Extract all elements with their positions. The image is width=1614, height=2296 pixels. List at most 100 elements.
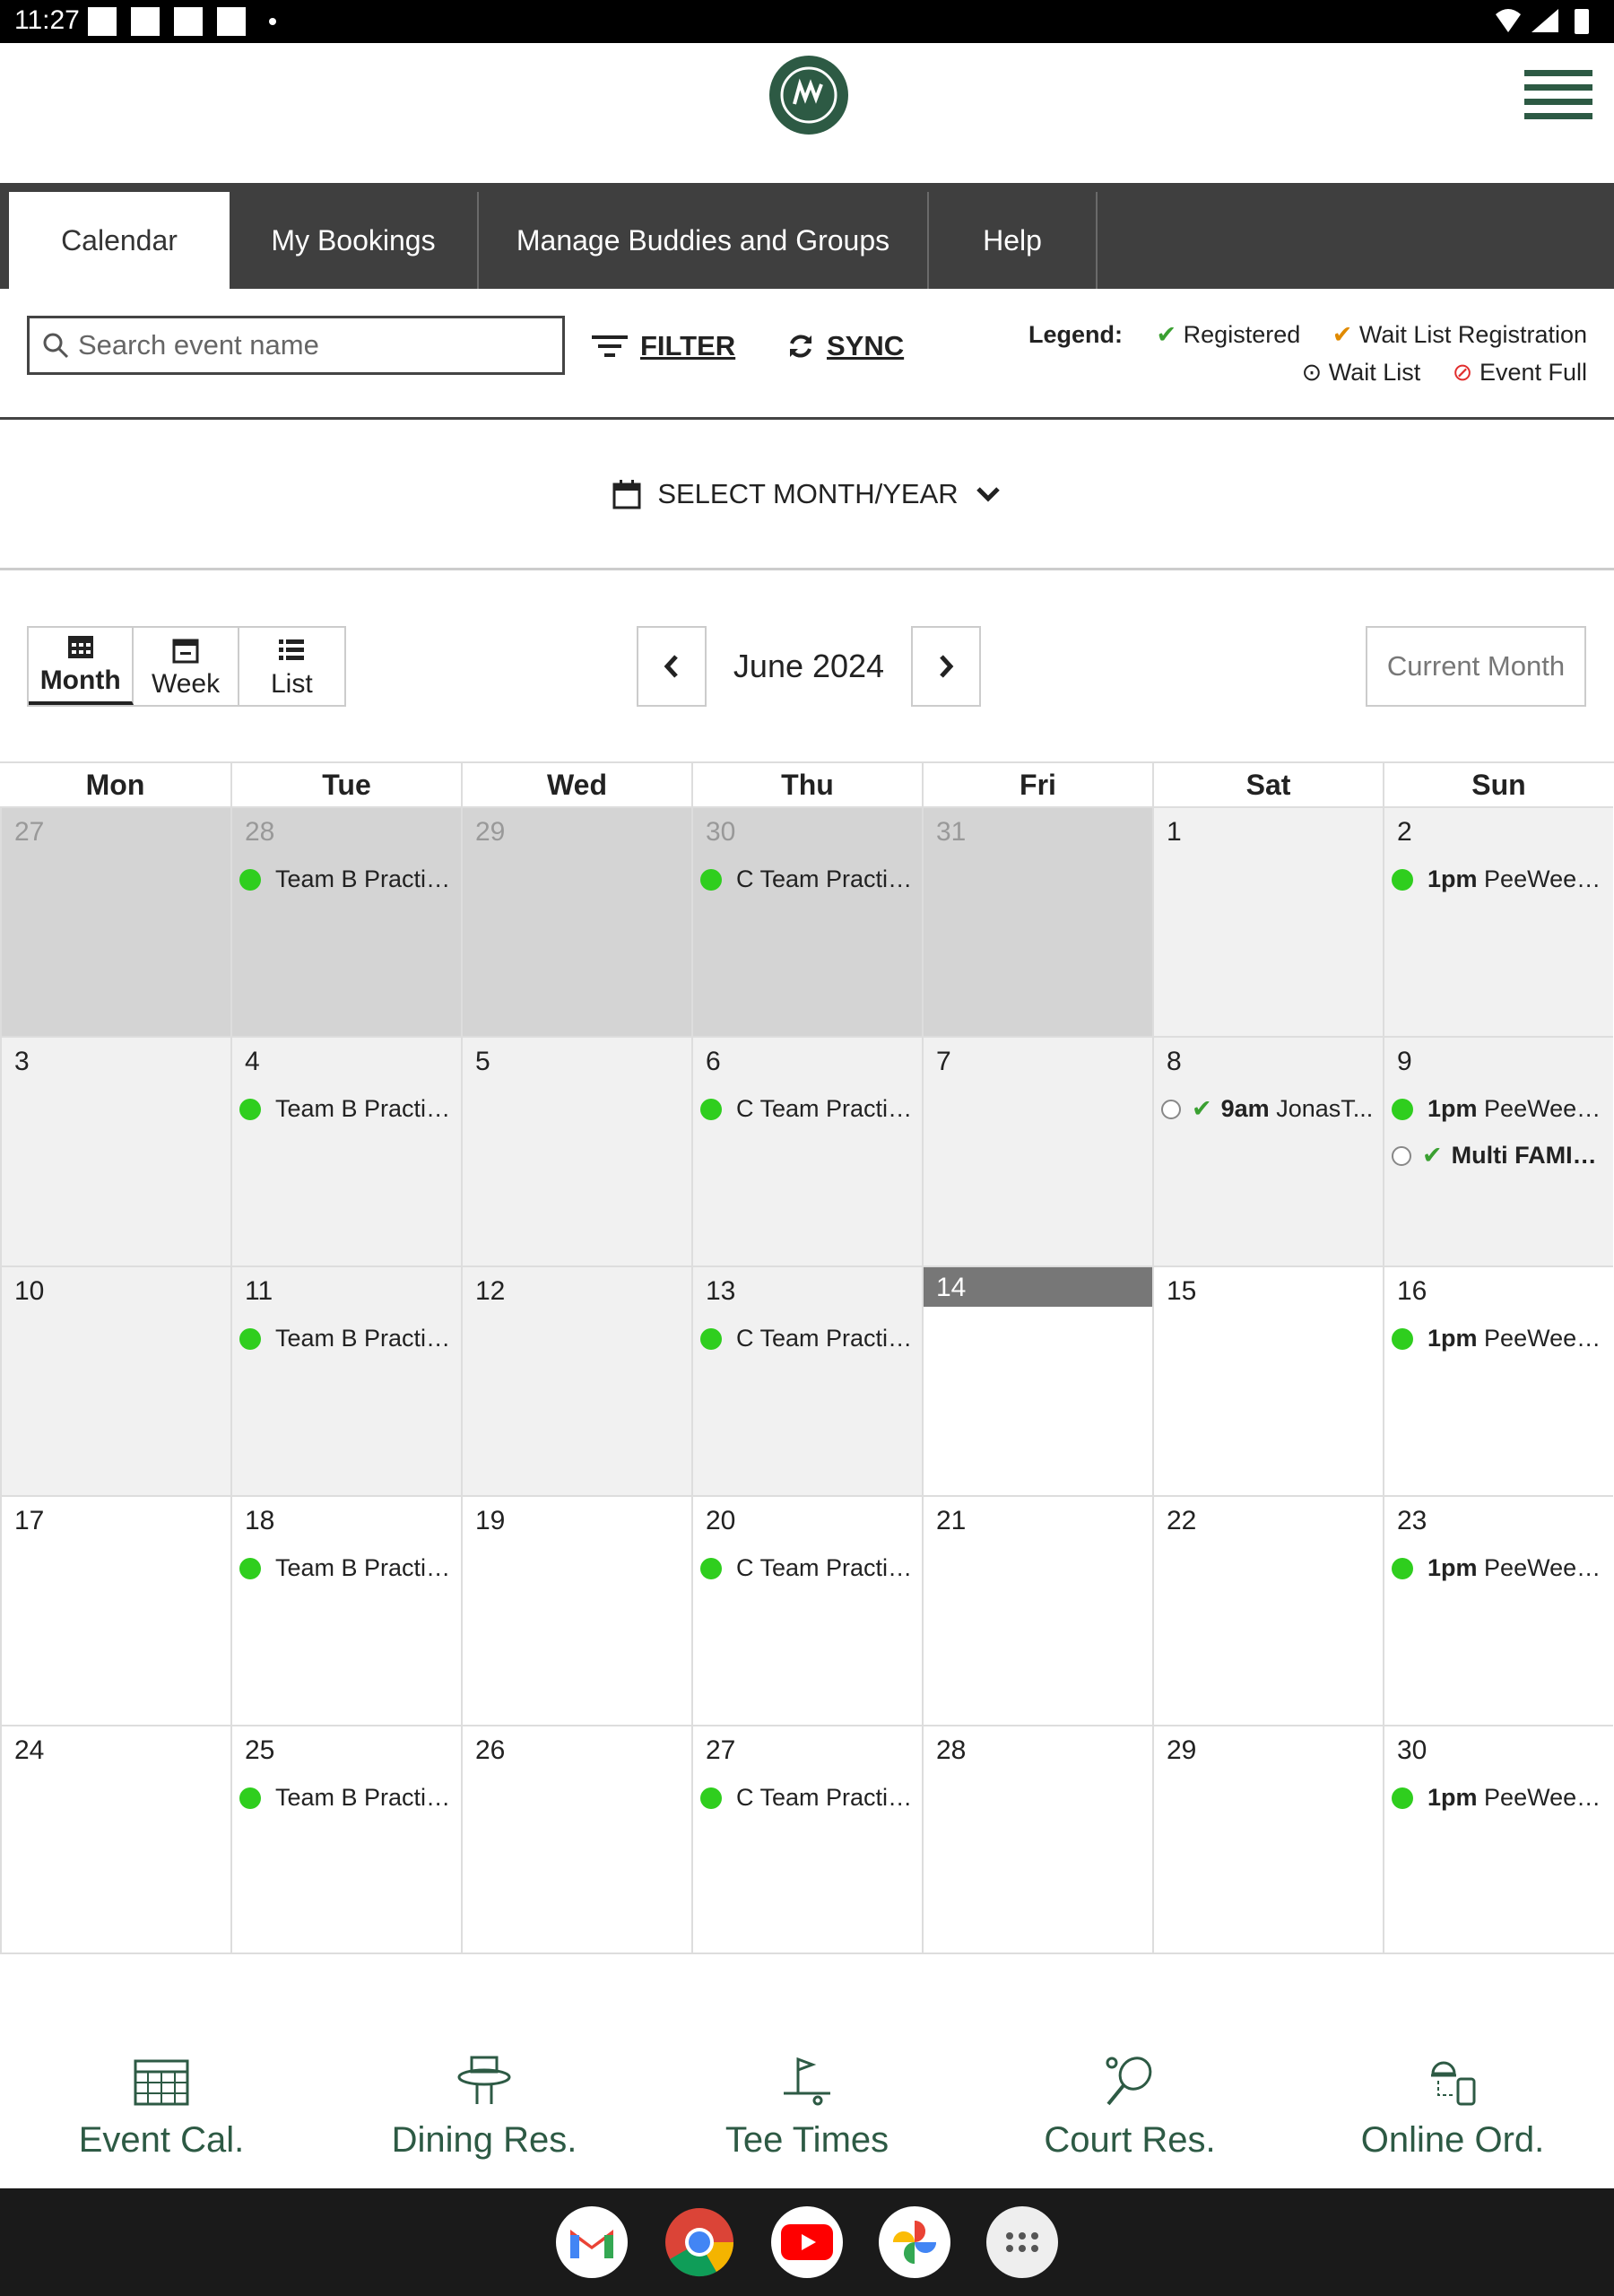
calendar-event[interactable]: Team B Practic... — [239, 1095, 454, 1123]
day-cell[interactable]: 28 — [922, 1725, 1152, 1952]
tab-my-bookings[interactable]: My Bookings — [230, 192, 479, 289]
calendar-event[interactable]: 1pm PeeWee Cl... — [1392, 1784, 1606, 1812]
day-cell[interactable]: 13 C Team Practic... — [691, 1265, 922, 1495]
day-number: 12 — [475, 1276, 506, 1306]
day-cell[interactable]: 12 — [461, 1265, 691, 1495]
next-month-button[interactable] — [911, 626, 981, 707]
current-month-button[interactable]: Current Month — [1366, 626, 1586, 707]
list-view-button[interactable]: List — [239, 628, 344, 705]
calendar-event[interactable]: C Team Practic... — [700, 1095, 915, 1123]
tab-manage-buddies[interactable]: Manage Buddies and Groups — [479, 192, 929, 289]
calendar-event[interactable]: Team B Practic... — [239, 1784, 454, 1812]
sync-button[interactable]: SYNC — [787, 330, 904, 362]
day-cell[interactable]: 5 — [461, 1036, 691, 1265]
calendar-event[interactable]: C Team Practic... — [700, 1325, 915, 1352]
day-cell[interactable]: 7 — [922, 1036, 1152, 1265]
nav-court-reservations[interactable]: Court Res. — [968, 2054, 1291, 2188]
previous-month-button[interactable] — [637, 626, 707, 707]
day-cell[interactable]: 24 — [0, 1725, 230, 1952]
day-cell[interactable]: 30 C Team Practic... — [691, 806, 922, 1036]
day-cell[interactable]: 11 Team B Practic... — [230, 1265, 461, 1495]
day-cell[interactable]: 10 — [0, 1265, 230, 1495]
chrome-app-icon[interactable] — [664, 2206, 735, 2278]
filter-button[interactable]: FILTER — [592, 330, 735, 362]
day-cell[interactable]: 21 — [922, 1495, 1152, 1725]
calendar-event[interactable]: Team B Practic... — [239, 865, 454, 893]
event-title: Team B Practic... — [275, 1095, 454, 1122]
gmail-app-icon[interactable] — [556, 2206, 628, 2278]
weekday-mon: Mon — [85, 769, 145, 801]
day-cell[interactable]: 19 — [461, 1495, 691, 1725]
month-view-button[interactable]: Month — [29, 628, 134, 705]
status-time: 11:27 — [14, 5, 80, 35]
day-cell[interactable]: 3 — [0, 1036, 230, 1265]
day-cell[interactable]: 28 Team B Practic... — [230, 806, 461, 1036]
calendar-event[interactable]: Team B Practic... — [239, 1325, 454, 1352]
day-cell[interactable]: 9 1pm PeeWee Cl... ✔ Multi FAMIL... — [1383, 1036, 1613, 1265]
select-month-year-button[interactable]: SELECT MONTH/YEAR — [0, 420, 1614, 570]
day-cell[interactable]: 6 C Team Practic... — [691, 1036, 922, 1265]
golf-flag-icon — [784, 2057, 830, 2106]
day-number: 29 — [1167, 1735, 1197, 1765]
search-toolbar: Search event name FILTER SYNC Legend: ✔ … — [0, 289, 1614, 420]
nav-tee-times-label: Tee Times — [725, 2120, 889, 2160]
app-drawer-icon[interactable] — [986, 2206, 1058, 2278]
club-logo[interactable] — [768, 54, 850, 136]
event-title: C Team Practic... — [736, 865, 915, 892]
day-cell[interactable]: 4 Team B Practic... — [230, 1036, 461, 1265]
menu-icon[interactable] — [1524, 70, 1592, 124]
day-cell[interactable]: 20 C Team Practic... — [691, 1495, 922, 1725]
day-cell[interactable]: 29 — [1152, 1725, 1383, 1952]
day-cell[interactable]: 30 1pm PeeWee Cl... — [1383, 1725, 1613, 1952]
system-status-icons — [1496, 9, 1589, 34]
notification-icon — [174, 7, 203, 36]
calendar-event[interactable]: 1pm PeeWee Cl... — [1392, 865, 1606, 893]
week-calendar-icon — [172, 639, 199, 664]
calendar-event[interactable]: 1pm PeeWee Cl... — [1392, 1325, 1606, 1352]
calendar-event[interactable]: C Team Practic... — [700, 1784, 915, 1812]
calendar-event[interactable]: 1pm PeeWee Cl... — [1392, 1554, 1606, 1582]
photos-app-icon[interactable] — [879, 2206, 950, 2278]
day-cell[interactable]: 1 — [1152, 806, 1383, 1036]
day-cell[interactable]: 31 — [922, 806, 1152, 1036]
event-status-dot — [239, 1557, 261, 1579]
nav-tee-times[interactable]: Tee Times — [646, 2054, 968, 2188]
day-cell[interactable]: 26 — [461, 1725, 691, 1952]
day-cell[interactable]: 16 1pm PeeWee Cl... — [1383, 1265, 1613, 1495]
event-title: PeeWee Cl... — [1484, 1325, 1606, 1352]
tab-help[interactable]: Help — [929, 192, 1098, 289]
calendar-event[interactable]: ✔ Multi FAMIL... — [1392, 1142, 1606, 1170]
event-title: Team B Practic... — [275, 1784, 454, 1811]
search-input[interactable]: Search event name — [27, 316, 565, 375]
day-cell[interactable]: 8 ✔ 9am JonasT... — [1152, 1036, 1383, 1265]
calendar-event[interactable]: Team B Practic... — [239, 1554, 454, 1582]
day-cell-today[interactable]: 14 — [922, 1265, 1152, 1495]
calendar-event[interactable]: C Team Practic... — [700, 1554, 915, 1582]
day-cell[interactable]: 25 Team B Practic... — [230, 1725, 461, 1952]
calendar-event[interactable]: ✔ 9am JonasT... — [1161, 1095, 1375, 1123]
event-status-dot — [1392, 1145, 1411, 1166]
nav-dining-reservations[interactable]: Dining Res. — [323, 2054, 646, 2188]
calendar-event[interactable]: C Team Practic... — [700, 865, 915, 893]
tab-calendar[interactable]: Calendar — [9, 192, 230, 289]
day-cell[interactable]: 27 — [0, 806, 230, 1036]
event-title: JonasT... — [1276, 1095, 1374, 1122]
day-cell[interactable]: 2 1pm PeeWee Cl... — [1383, 806, 1613, 1036]
calendar-week: 10 11 Team B Practic... 12 13 C Team Pra… — [0, 1265, 1614, 1495]
day-cell[interactable]: 23 1pm PeeWee Cl... — [1383, 1495, 1613, 1725]
nav-online-ordering[interactable]: Online Ord. — [1291, 2054, 1614, 2188]
day-cell[interactable]: 18 Team B Practic... — [230, 1495, 461, 1725]
week-view-button[interactable]: Week — [134, 628, 239, 705]
day-cell[interactable]: 15 — [1152, 1265, 1383, 1495]
legend-event-full: Event Full — [1479, 359, 1587, 386]
youtube-app-icon[interactable] — [771, 2206, 843, 2278]
calendar-event[interactable]: 1pm PeeWee Cl... — [1392, 1095, 1606, 1123]
day-cell[interactable]: 22 — [1152, 1495, 1383, 1725]
day-cell[interactable]: 17 — [0, 1495, 230, 1725]
filter-icon — [592, 335, 628, 357]
weekday-sun: Sun — [1383, 763, 1613, 806]
nav-event-calendar[interactable]: Event Cal. — [0, 2054, 323, 2188]
day-cell[interactable]: 27 C Team Practic... — [691, 1725, 922, 1952]
day-number: 30 — [706, 817, 736, 847]
day-cell[interactable]: 29 — [461, 806, 691, 1036]
